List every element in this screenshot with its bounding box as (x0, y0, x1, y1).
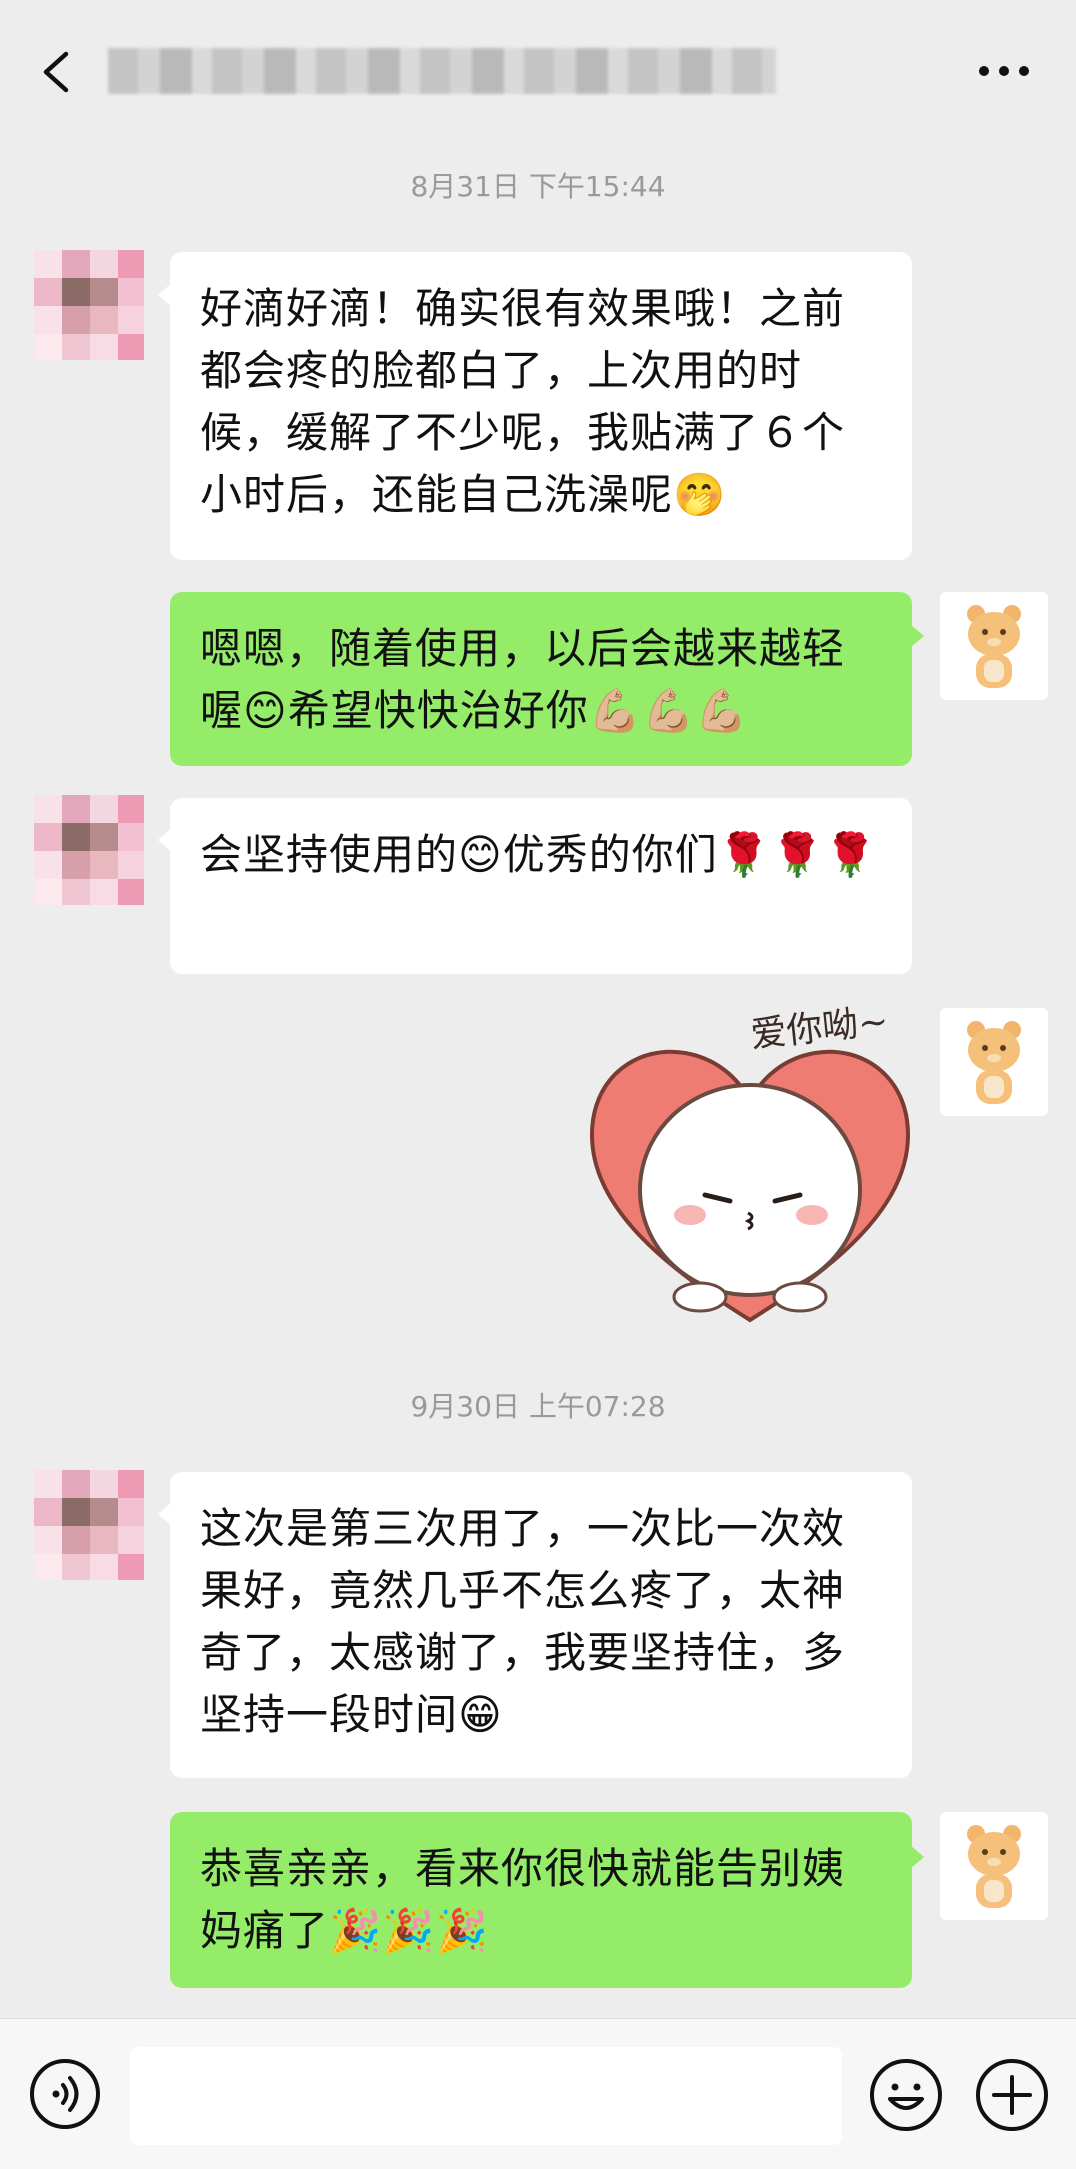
pixelated-avatar-image (34, 795, 144, 905)
incoming-message-bubble[interactable]: 好滴好滴！确实很有效果哦！之前都会疼的脸都白了，上次用的时候，缓解了不少呢，我贴… (170, 252, 912, 560)
contact-avatar[interactable] (34, 1470, 144, 1580)
message-timestamp: 9月30日 上午07:28 (410, 1390, 666, 1423)
incoming-message-bubble[interactable]: 会坚持使用的😊优秀的你们🌹🌹🌹 (170, 798, 912, 974)
voice-button[interactable] (28, 2057, 102, 2131)
outgoing-message-bubble[interactable]: 恭喜亲亲，看来你很快就能告别姨妈痛了🎉🎉🎉 (170, 1812, 912, 1988)
plus-icon (976, 2059, 1048, 2131)
bear-avatar-image (940, 1008, 1048, 1116)
message-input[interactable] (130, 2047, 842, 2145)
my-avatar[interactable] (940, 592, 1048, 700)
back-button[interactable] (34, 42, 82, 102)
more-button[interactable] (974, 56, 1034, 86)
pixelated-avatar-image (34, 250, 144, 360)
outgoing-message-bubble[interactable]: 嗯嗯，随着使用，以后会越来越轻喔😊希望快快治好你💪🏼💪🏼💪🏼 (170, 592, 912, 766)
chevron-left-icon (43, 51, 69, 93)
incoming-message-bubble[interactable]: 这次是第三次用了，一次比一次效果好，竟然几乎不怎么疼了，太神奇了，太感谢了，我要… (170, 1472, 912, 1778)
voice-icon (30, 2059, 100, 2129)
love-sticker[interactable]: 爱你呦~ (580, 1001, 920, 1335)
bear-avatar-image (940, 592, 1048, 700)
heart-sticker-image (589, 1049, 911, 1323)
chat-title-blurred (108, 48, 776, 94)
emoji-button[interactable] (868, 2057, 944, 2133)
more-icon (979, 66, 1029, 76)
bear-avatar-image (940, 1812, 1048, 1920)
bubble-tail (910, 1845, 924, 1869)
my-avatar[interactable] (940, 1008, 1048, 1116)
emoji-icon (870, 2059, 942, 2131)
pixelated-avatar-image (34, 1470, 144, 1580)
bubble-tail (910, 624, 924, 648)
my-avatar[interactable] (940, 1812, 1048, 1920)
chat-input-bar (0, 2018, 1076, 2169)
contact-avatar[interactable] (34, 250, 144, 360)
contact-avatar[interactable] (34, 795, 144, 905)
message-timestamp: 8月31日 下午15:44 (410, 170, 666, 203)
chat-header (0, 0, 1076, 142)
more-functions-button[interactable] (974, 2057, 1050, 2133)
